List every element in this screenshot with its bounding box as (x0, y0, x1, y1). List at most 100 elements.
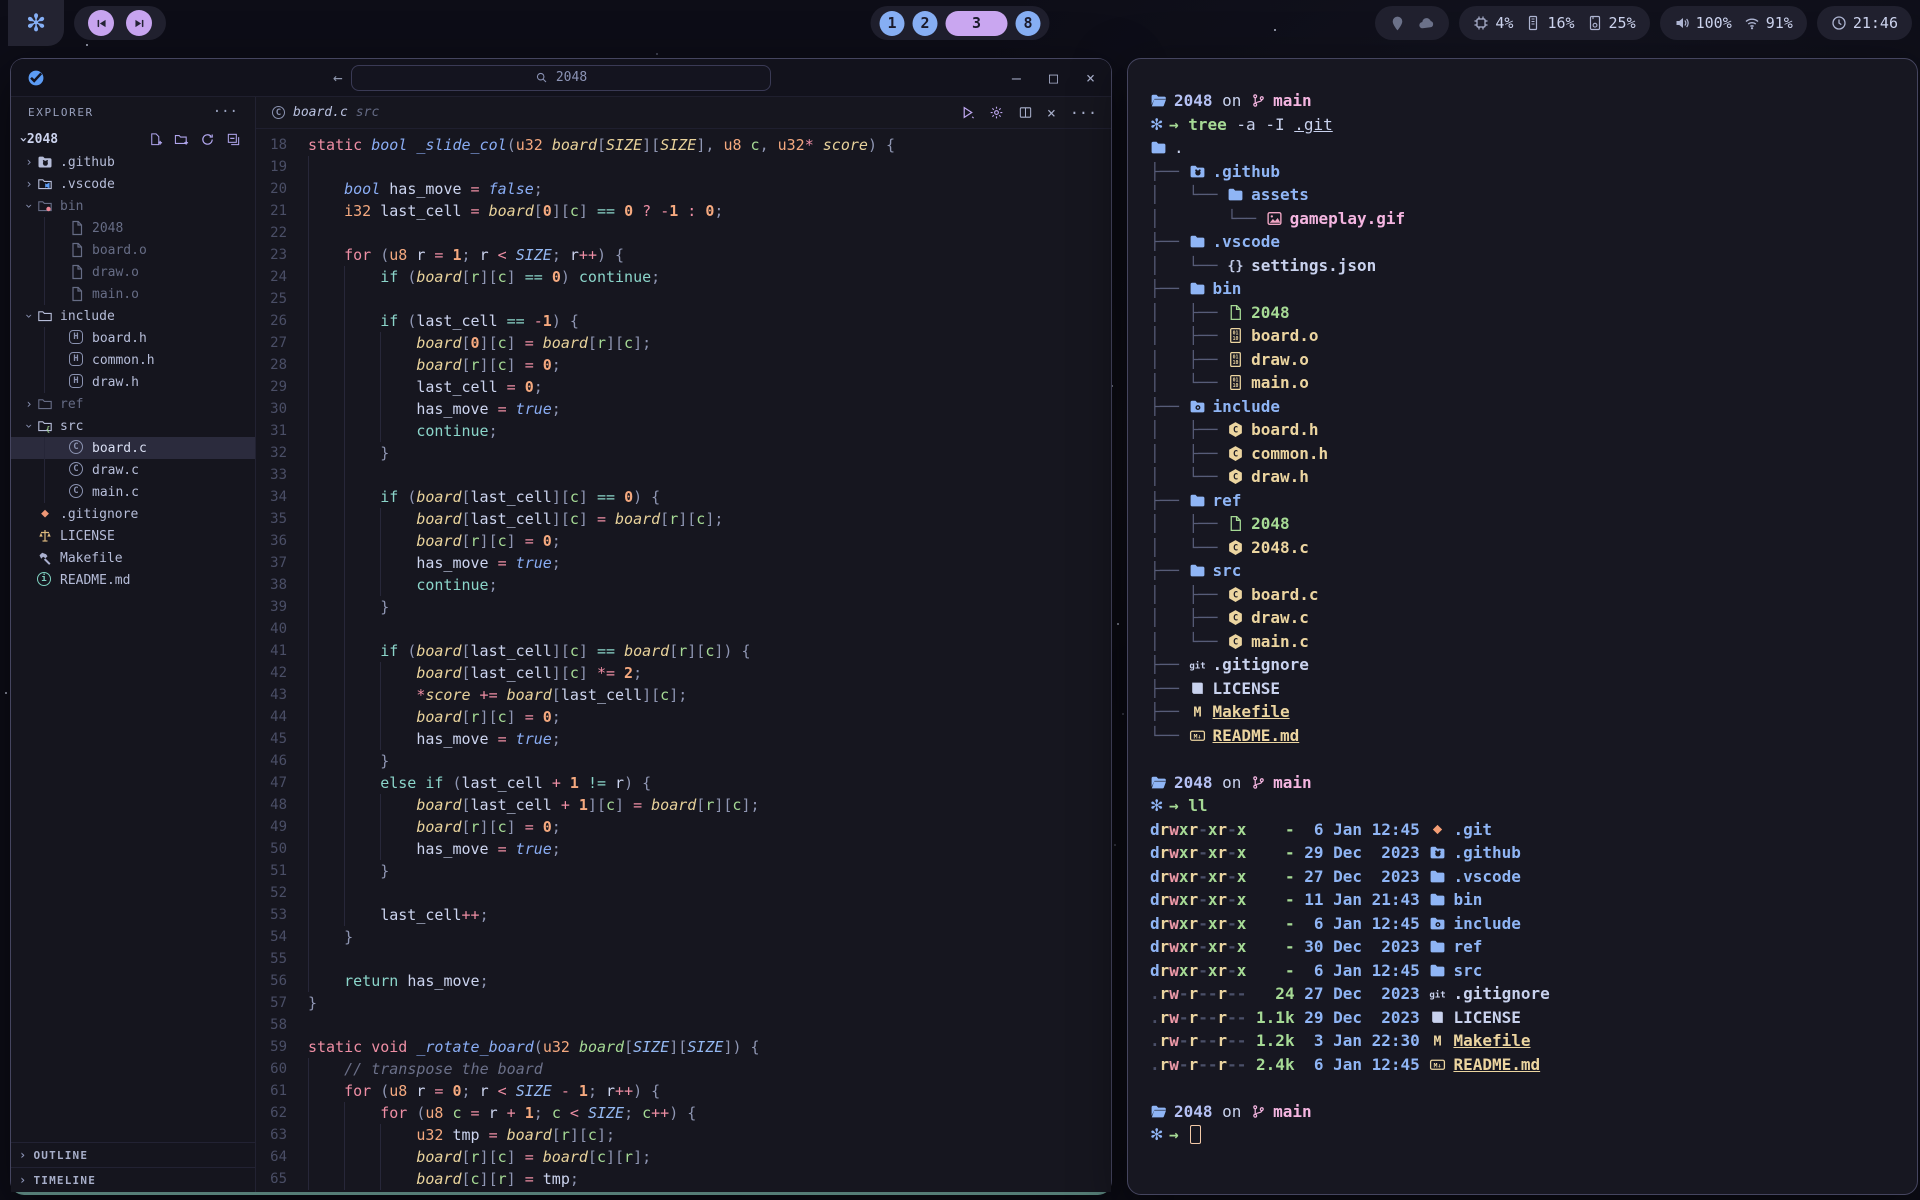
folder-icon (1189, 562, 1206, 579)
item-label: .gitignore (60, 507, 138, 522)
tree-root: . (1150, 136, 1895, 160)
code-line-30: 30has_move = true; (256, 398, 1111, 420)
explorer-item-.gitignore[interactable]: ◆ .gitignore (11, 503, 255, 525)
svg-text:M↓: M↓ (1193, 732, 1201, 740)
timeline-panel-header[interactable]: ›TIMELINE (11, 1167, 255, 1192)
code-line-35: 35board[last_cell][c] = board[r][c]; (256, 508, 1111, 530)
line-number: 31 (256, 420, 308, 442)
root-folder-label: 2048 (27, 132, 58, 147)
codium-logo-icon (27, 69, 45, 87)
code-line-39: 39} (256, 596, 1111, 618)
item-label: ref (60, 397, 83, 412)
c-file-icon: C (69, 440, 85, 456)
ll-row-bin: drwxr-xr-x - 11 Jan 21:43 bin (1150, 888, 1895, 912)
file-icon (69, 220, 85, 236)
workspace-1[interactable]: 1 (880, 11, 905, 36)
line-number: 49 (256, 816, 308, 838)
maximize-button[interactable]: □ (1049, 69, 1058, 87)
collapse-all-button[interactable] (226, 132, 241, 147)
explorer-item-main.c[interactable]: Cmain.c (11, 481, 255, 503)
line-number: 53 (256, 904, 308, 926)
code-line-52: 52 (256, 882, 1111, 904)
explorer-item-draw.h[interactable]: Hdraw.h (11, 371, 255, 393)
workspace-2[interactable]: 2 (913, 11, 938, 36)
split-editor-icon[interactable] (1018, 105, 1033, 120)
explorer-item-.vscode[interactable]: ›.vscode (11, 173, 255, 195)
folder-icon (1189, 233, 1206, 250)
gitignore-icon: ◆ (37, 506, 53, 522)
settings-gear-icon[interactable] (989, 105, 1004, 120)
explorer-header: EXPLORER ··· (11, 97, 255, 127)
code-line-44: 44board[r][c] = 0; (256, 706, 1111, 728)
explorer-item-README.md[interactable]: iREADME.md (11, 569, 255, 591)
prompt-arrow: → (1169, 113, 1188, 137)
new-file-button[interactable] (148, 132, 163, 147)
command-center-search[interactable]: 2048 (351, 65, 771, 91)
explorer-item-main.o[interactable]: main.o (11, 283, 255, 305)
wifi-stat[interactable]: 91% (1744, 14, 1793, 32)
svg-text:git: git (1430, 990, 1446, 1001)
workspace-8[interactable]: 8 (1016, 11, 1041, 36)
search-icon (535, 71, 548, 84)
skip-back-button[interactable] (88, 10, 114, 36)
book-icon (1429, 1009, 1446, 1026)
workspace-switcher: 1238 (871, 6, 1050, 40)
editor-titlebar[interactable]: ← → 2048 – □ × (11, 59, 1111, 97)
volume-stat[interactable]: 100% (1674, 14, 1732, 32)
line-number: 23 (256, 244, 308, 266)
refresh-button[interactable] (200, 132, 215, 147)
code-line-23: 23for (u8 r = 1; r < SIZE; r++) { (256, 244, 1111, 266)
chex-icon: C (1227, 586, 1244, 603)
chex-icon: C (1227, 421, 1244, 438)
explorer-root-folder[interactable]: › 2048 (11, 127, 255, 151)
chevron-down-icon: › (15, 135, 30, 143)
explorer-item-board.o[interactable]: board.o (11, 239, 255, 261)
explorer-item-.github[interactable]: ›.github (11, 151, 255, 173)
code-editor[interactable]: 18static bool _slide_col(u32 board[SIZE]… (256, 129, 1111, 1192)
code-line-55: 55 (256, 948, 1111, 970)
ll-row-.git: drwxr-xr-x - 6 Jan 12:45 .git (1150, 818, 1895, 842)
explorer-item-Makefile[interactable]: Makefile (11, 547, 255, 569)
folder-icon (1429, 962, 1446, 979)
code-line-54: 54} (256, 926, 1111, 948)
line-number: 21 (256, 200, 308, 222)
svg-text:M↓: M↓ (1434, 1061, 1442, 1069)
explorer-item-board.h[interactable]: Hboard.h (11, 327, 255, 349)
gearfolder-icon (1189, 398, 1206, 415)
weather-widget[interactable] (1375, 6, 1449, 40)
terminal-content[interactable]: 2048 on main✻ → tree -a -I .git.├── .git… (1128, 59, 1917, 1177)
explorer-item-LICENSE[interactable]: LICENSE (11, 525, 255, 547)
code-line-22: 22 (256, 222, 1111, 244)
outline-panel-header[interactable]: ›OUTLINE (11, 1142, 255, 1167)
code-line-38: 38continue; (256, 574, 1111, 596)
tree-row-main.o: │ └── 0110main.o (1150, 371, 1895, 395)
new-folder-button[interactable] (174, 132, 189, 147)
more-actions-icon[interactable]: ··· (1070, 104, 1097, 122)
explorer-item-draw.c[interactable]: Cdraw.c (11, 459, 255, 481)
nix-launcher-button[interactable]: ✻ (8, 0, 64, 46)
tab-board-c[interactable]: C board.c src (272, 105, 379, 120)
explorer-item-2048[interactable]: 2048 (11, 217, 255, 239)
explorer-item-board.c[interactable]: Cboard.c (11, 437, 255, 459)
explorer-item-include[interactable]: ›include (11, 305, 255, 327)
nav-back-button[interactable]: ← (333, 68, 343, 87)
binfile-icon: 0110 (1227, 351, 1244, 368)
close-button[interactable]: × (1086, 69, 1095, 87)
minimize-button[interactable]: – (1012, 69, 1021, 87)
explorer-item-src[interactable]: ›{src (11, 415, 255, 437)
run-debug-icon[interactable] (960, 105, 975, 120)
explorer-item-ref[interactable]: ›ref (11, 393, 255, 415)
item-label: main.o (92, 287, 139, 302)
tree-row-bin: ├── bin (1150, 277, 1895, 301)
explorer-more-button[interactable]: ··· (213, 104, 238, 120)
explorer-item-bin[interactable]: ›bin (11, 195, 255, 217)
explorer-item-common.h[interactable]: Hcommon.h (11, 349, 255, 371)
terminal-prompt: 2048 on main (1150, 771, 1895, 795)
explorer-item-draw.o[interactable]: draw.o (11, 261, 255, 283)
system-stats: 4% 16% 25% (1459, 6, 1649, 40)
line-number: 37 (256, 552, 308, 574)
close-editor-icon[interactable]: × (1047, 104, 1056, 122)
skip-forward-button[interactable] (126, 10, 152, 36)
workspace-3-active[interactable]: 3 (946, 11, 1008, 36)
clock-widget[interactable]: 21:46 (1817, 6, 1912, 40)
